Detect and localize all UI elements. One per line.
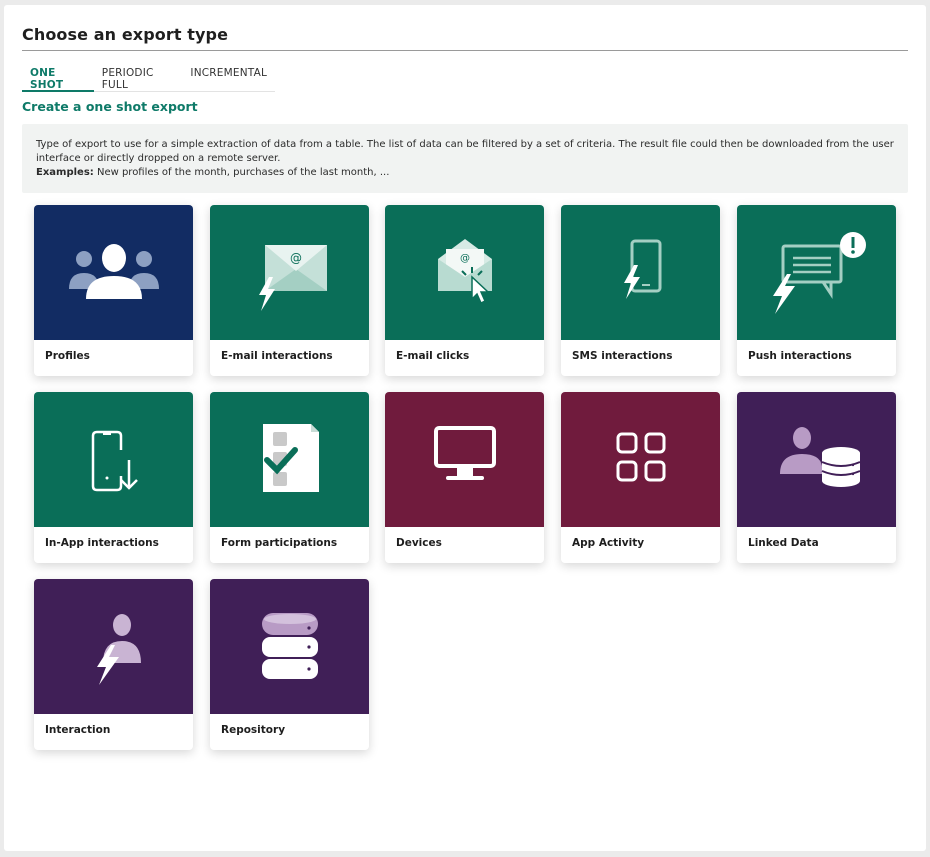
export-tabs: ONE SHOT PERIODIC FULL INCREMENTAL — [22, 62, 275, 92]
card-app-activity-tile — [561, 392, 720, 527]
interaction-icon — [96, 613, 141, 685]
svg-text:@: @ — [460, 253, 470, 264]
tab-one-shot[interactable]: ONE SHOT — [22, 62, 94, 92]
card-email-interactions[interactable]: @ E-mail interactions — [210, 205, 369, 376]
card-interaction-label: Interaction — [45, 724, 111, 736]
card-profiles-tile — [34, 205, 193, 340]
card-sms-interactions[interactable]: SMS interactions — [561, 205, 720, 376]
card-app-activity[interactable]: App Activity — [561, 392, 720, 563]
card-devices[interactable]: Devices — [385, 392, 544, 563]
card-form-participations-label: Form participations — [221, 537, 338, 549]
card-sms-interactions-label: SMS interactions — [572, 350, 673, 362]
form-icon — [262, 423, 319, 492]
title-divider — [22, 50, 908, 51]
card-email-clicks[interactable]: @ E-mail clicks — [385, 205, 544, 376]
database-icon — [261, 612, 318, 679]
tab-incremental[interactable]: INCREMENTAL — [182, 62, 275, 92]
card-push-interactions-label: Push interactions — [748, 350, 852, 362]
in-app-icon — [91, 430, 138, 491]
card-push-interactions[interactable]: Push interactions — [737, 205, 896, 376]
card-devices-tile — [385, 392, 544, 527]
card-devices-label: Devices — [396, 537, 442, 549]
description-box: Type of export to use for a simple extra… — [22, 124, 908, 193]
card-profiles[interactable]: Profiles — [34, 205, 193, 376]
export-type-panel: Choose an export type ONE SHOT PERIODIC … — [4, 5, 926, 851]
card-interaction-tile — [34, 579, 193, 714]
description-text: Type of export to use for a simple extra… — [36, 139, 894, 164]
examples-label: Examples: — [36, 167, 94, 178]
card-email-clicks-tile: @ — [385, 205, 544, 340]
examples-line: Examples: New profiles of the month, pur… — [36, 166, 894, 180]
card-email-interactions-tile: @ — [210, 205, 369, 340]
card-linked-data-label: Linked Data — [748, 537, 819, 549]
card-linked-data-tile — [737, 392, 896, 527]
svg-text:@: @ — [290, 251, 302, 265]
email-interactions-icon: @ — [258, 244, 327, 311]
card-in-app-interactions-label: In-App interactions — [45, 537, 159, 549]
linked-data-icon — [779, 426, 860, 487]
profiles-icon — [68, 243, 159, 299]
sms-icon — [623, 239, 661, 299]
card-profiles-label: Profiles — [45, 350, 90, 362]
card-form-participations[interactable]: Form participations — [210, 392, 369, 563]
card-sms-interactions-tile — [561, 205, 720, 340]
card-form-participations-tile — [210, 392, 369, 527]
page-title: Choose an export type — [22, 25, 229, 44]
email-clicks-icon: @ — [437, 238, 492, 304]
card-repository[interactable]: Repository — [210, 579, 369, 750]
card-in-app-interactions-tile — [34, 392, 193, 527]
card-interaction[interactable]: Interaction — [34, 579, 193, 750]
tab-periodic-full[interactable]: PERIODIC FULL — [94, 62, 183, 92]
push-icon — [772, 231, 866, 314]
card-in-app-interactions[interactable]: In-App interactions — [34, 392, 193, 563]
card-email-interactions-label: E-mail interactions — [221, 350, 333, 362]
card-linked-data[interactable]: Linked Data — [737, 392, 896, 563]
monitor-icon — [433, 425, 496, 480]
card-repository-label: Repository — [221, 724, 286, 736]
card-app-activity-label: App Activity — [572, 537, 645, 549]
section-subtitle: Create a one shot export — [22, 99, 198, 114]
examples-text: New profiles of the month, purchases of … — [93, 167, 390, 178]
card-push-interactions-tile — [737, 205, 896, 340]
card-email-clicks-label: E-mail clicks — [396, 350, 470, 362]
app-grid-icon — [616, 432, 665, 481]
card-repository-tile — [210, 579, 369, 714]
